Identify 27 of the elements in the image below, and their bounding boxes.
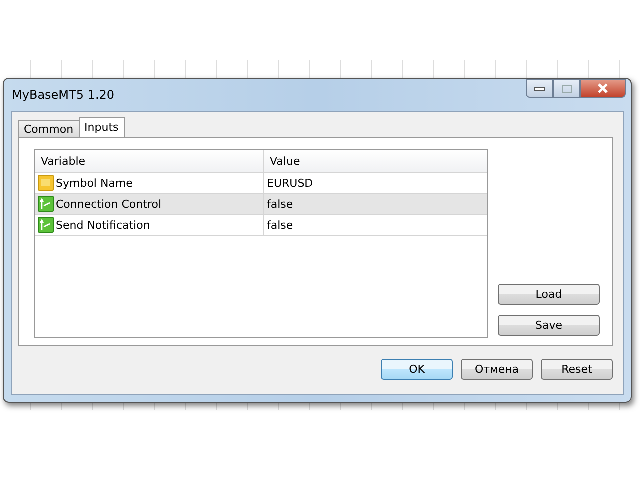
close-button[interactable]	[580, 79, 626, 98]
table-cell: false	[267, 218, 294, 232]
boolean-type-icon	[38, 196, 54, 212]
table-row[interactable]: Send Notification false	[35, 215, 487, 236]
tab[interactable]: Inputs	[78, 117, 125, 137]
maximize-button[interactable]	[553, 79, 580, 98]
maximize-icon	[560, 84, 572, 94]
table-cell: false	[267, 198, 294, 210]
table-cell: Connection Control	[56, 198, 162, 210]
window-title: MyBaseMT5 1.20	[12, 88, 115, 102]
close-icon	[596, 83, 610, 94]
minimize-icon	[534, 86, 546, 92]
boolean-type-icon	[38, 217, 54, 233]
table-row[interactable]: Connection Control false	[35, 194, 487, 215]
dialog-button[interactable]: OK	[381, 359, 453, 380]
dialog-button[interactable]: Reset	[541, 359, 613, 380]
table-cell: EURUSD	[267, 176, 314, 190]
table-cell: Send Notification	[56, 218, 150, 232]
table-cell: Symbol Name	[56, 176, 133, 190]
text-type-icon	[38, 175, 54, 191]
side-button[interactable]: Save	[498, 315, 600, 336]
minimize-button[interactable]	[526, 79, 553, 98]
side-button[interactable]: Load	[498, 284, 600, 305]
dialog-button[interactable]: Отмена	[461, 359, 533, 380]
column-header[interactable]: Value	[264, 150, 487, 172]
column-header[interactable]: Variable	[35, 150, 264, 172]
tab[interactable]: Common	[18, 120, 80, 137]
